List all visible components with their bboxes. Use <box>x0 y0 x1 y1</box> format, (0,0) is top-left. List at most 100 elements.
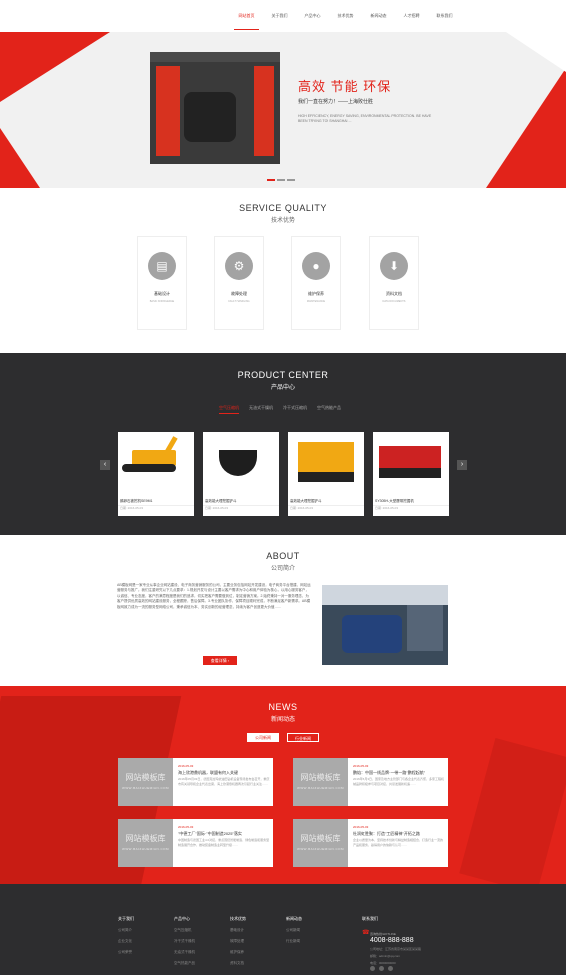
gear-icon: ⚙ <box>225 252 253 280</box>
product-card[interactable]: SY305H-大型履带挖掘机日期: 2016-05-03 <box>373 432 449 516</box>
about-more-button[interactable]: 查看详情 › <box>203 656 237 665</box>
service-card[interactable]: ▤ 基础设计 BASIC KNOWLEDGE <box>137 236 187 330</box>
tab-industry-news[interactable]: 行业新闻 <box>287 733 319 742</box>
footer-link[interactable]: 维护保养 <box>230 950 246 955</box>
service-card[interactable]: ● 维护保养 MAINTENANCE <box>291 236 341 330</box>
thumbnail-text: 网站模板库 <box>125 834 166 843</box>
product-name: SY305H-大型履带挖掘机 <box>375 499 414 503</box>
news-card[interactable]: 网站模板库 WWW.BAIZHUEMIAN.COM 2016-05-03 杜润虹胜聚：… <box>293 819 448 867</box>
service-card[interactable]: ⚙ 故障处理 FAULT HANDLING <box>214 236 264 330</box>
air-compressor-image <box>150 52 280 164</box>
qq-icon[interactable] <box>388 966 393 971</box>
footer-link[interactable]: 公司简介 <box>118 928 134 933</box>
nav-menu: 网站首页 关于我们 产品中心 技术优势 新闻动态 人才招聘 联系我们 <box>230 0 461 32</box>
news-date: 2016-05-03 <box>353 825 369 829</box>
thumbnail-url: WWW.BAIZHUEMIAN.COM <box>297 847 344 851</box>
banner-red-triangle <box>0 128 40 188</box>
product-name: 高效能大理挖掘铲斗 <box>205 499 237 503</box>
product-tabs: 空气压缩机 无油式干燥机 冷干式压缩机 空气热能产品 <box>219 405 341 414</box>
product-subtitle: 产品中心 <box>270 385 295 391</box>
product-tab[interactable]: 空气热能产品 <box>317 405 341 414</box>
news-title[interactable]: "中德工厂"国际·"中国制造2025"落实 <box>178 831 270 837</box>
about-text: AB模板网是一家专业从事企业网站建设、电子商务营销服务的公司，主要业务包括网站开… <box>117 583 311 609</box>
service-label: 维护保养 <box>308 291 324 296</box>
carousel-dot[interactable] <box>287 179 295 181</box>
footer-link[interactable]: 故障处理 <box>230 939 246 944</box>
footer-column: 关于我们 公司简介 企业文化 公司荣誉 <box>118 916 134 961</box>
thumbnail-url: WWW.BAIZHUEMIAN.COM <box>122 847 169 851</box>
product-section <box>0 353 566 535</box>
service-label: 资料文档 <box>386 291 402 296</box>
nav-item[interactable]: 网站首页 <box>230 0 263 32</box>
product-name: 鹅卵石被挖机SE9M1 <box>120 499 153 503</box>
product-date: 日期: 2016-05-03 <box>373 505 449 510</box>
machine-illustration <box>298 442 354 482</box>
footer-link[interactable]: 资料文档 <box>230 961 246 966</box>
footer-link[interactable]: 公司新闻 <box>286 928 302 933</box>
banner-red-triangle <box>0 32 110 102</box>
nav-item[interactable]: 关于我们 <box>263 0 296 32</box>
contact-line: 电话：0000000000 <box>370 961 396 965</box>
footer-link[interactable]: 企业文化 <box>118 939 134 944</box>
footer-link[interactable]: 空气热能产品 <box>174 961 195 966</box>
service-english: FAULT HANDLING <box>228 300 250 303</box>
service-title: SERVICE QUALITY <box>239 203 327 213</box>
nav-item[interactable]: 新闻动态 <box>362 0 395 32</box>
footer-link[interactable]: 空气压缩机 <box>174 928 195 933</box>
machine-illustration <box>219 450 257 476</box>
thumbnail-text: 网站模板库 <box>300 773 341 782</box>
product-image <box>288 432 364 498</box>
service-label: 故障处理 <box>231 291 247 296</box>
product-name: 高效能大理挖掘铲斗 <box>290 499 322 503</box>
news-date: 2016-05-03 <box>178 825 194 829</box>
tab-company-news[interactable]: 公司新闻 <box>247 733 279 742</box>
news-title[interactable]: 海上欣港鼎机器，联盟有何入关键 <box>178 770 270 776</box>
footer-link[interactable]: 行业新闻 <box>286 939 302 944</box>
wechat-icon[interactable] <box>379 966 384 971</box>
hotline-label: 咨询热线/HOTLINE <box>370 932 396 936</box>
carousel-dot[interactable] <box>267 179 275 181</box>
footer-link[interactable]: 冷干式干燥机 <box>174 939 195 944</box>
carousel-dots <box>267 179 295 181</box>
product-tab[interactable]: 冷干式压缩机 <box>283 405 307 414</box>
prev-arrow-button[interactable]: ‹ <box>100 460 110 470</box>
footer-column: 技术优势 基础设计 故障处理 维护保养 资料文档 <box>230 916 246 972</box>
nav-item[interactable]: 技术优势 <box>329 0 362 32</box>
product-title: PRODUCT CENTER <box>237 370 329 380</box>
document-icon: ▤ <box>148 252 176 280</box>
phone-icon: ☎ <box>362 930 370 936</box>
news-title[interactable]: 杜润虹胜聚：打造"工匠精神"开拓之路 <box>353 831 445 837</box>
carousel-dot[interactable] <box>277 179 285 181</box>
about-title: ABOUT <box>266 551 300 561</box>
news-card[interactable]: 网站模板库 WWW.BAIZHUEMIAN.COM 2016-05-03 鹏焰：中国一… <box>293 758 448 806</box>
footer-column: 产品中心空气压缩机冷干式干燥机 无油式干燥机 空气热能产品 <box>174 916 195 972</box>
footer-link[interactable]: 无油式干燥机 <box>174 950 195 955</box>
product-tab[interactable]: 空气压缩机 <box>219 405 239 414</box>
footer-link[interactable]: 基础设计 <box>230 928 246 933</box>
social-icons <box>370 966 393 971</box>
service-english: MAINTENANCE <box>306 300 326 303</box>
footer-link[interactable]: 公司荣誉 <box>118 950 134 955</box>
next-arrow-button[interactable]: › <box>457 460 467 470</box>
product-image <box>118 432 194 498</box>
product-card[interactable]: 高效能大理挖掘铲斗 日期: 2016-05-03 <box>288 432 364 516</box>
news-card[interactable]: 网站模板库 WWW.BAIZHUEMIAN.COM 2016-05-03 海上欣港鼎机… <box>118 758 273 806</box>
news-excerpt: 中国制造与德国工业4.0对接，重点围绕智能制造、绿色制造和服务型制造展开合作，推… <box>178 838 270 847</box>
footer-contact: 联系我们 ☎ 咨询热线/HOTLINE 4008-888-888 公司地址：江苏… <box>362 916 421 971</box>
news-card[interactable]: 网站模板库 WWW.BAIZHUEMIAN.COM 2016-05-03 "中德工厂"… <box>118 819 273 867</box>
service-label: 基础设计 <box>154 291 170 296</box>
service-english: DATA DOCUMENTS <box>382 300 406 303</box>
product-card[interactable]: 鹅卵石被挖机SE9M1 日期: 2016-05-03 <box>118 432 194 516</box>
weibo-icon[interactable] <box>370 966 375 971</box>
product-date: 日期: 2016-05-03 <box>203 505 279 510</box>
nav-item[interactable]: 产品中心 <box>296 0 329 32</box>
product-card[interactable]: 高效能大理挖掘铲斗日期: 2016-05-03 <box>203 432 279 516</box>
nav-item[interactable]: 联系我们 <box>428 0 461 32</box>
footer-heading: 产品中心 <box>174 916 190 921</box>
hotline-number: 4008-888-888 <box>370 937 414 944</box>
nav-item[interactable]: 人才招聘 <box>395 0 428 32</box>
product-tab[interactable]: 无油式干燥机 <box>249 405 273 414</box>
background-phone <box>459 738 566 884</box>
service-card[interactable]: ⬇ 资料文档 DATA DOCUMENTS <box>369 236 419 330</box>
news-title[interactable]: 鹏焰：中国一线品牌·一带一路"鹏程起航" <box>353 770 445 776</box>
